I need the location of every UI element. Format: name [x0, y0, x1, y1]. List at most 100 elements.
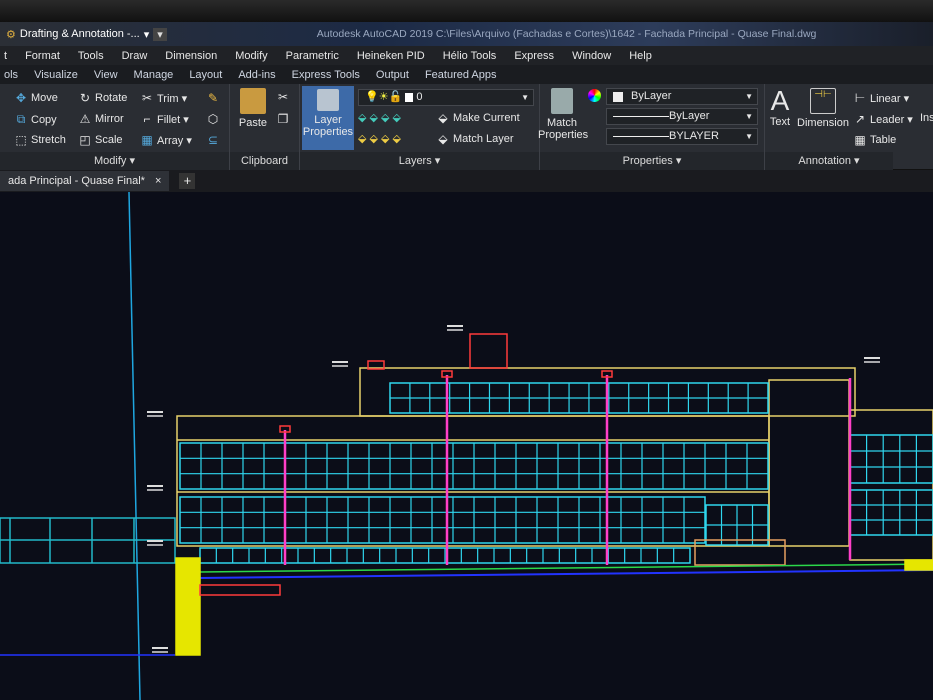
- fillet-button[interactable]: ⌐ Fillet ▾: [140, 112, 189, 126]
- lineweight-dropdown[interactable]: BYLAYER ▼: [606, 128, 758, 145]
- close-icon[interactable]: ×: [155, 175, 161, 187]
- cut-button[interactable]: ✂: [276, 90, 290, 104]
- menu-item[interactable]: Hélio Tools: [443, 50, 497, 62]
- properties-panel-label[interactable]: Properties ▾: [540, 152, 764, 170]
- scale-label: Scale: [95, 134, 123, 146]
- copy-button[interactable]: ⧉ Copy: [14, 112, 57, 127]
- clipboard-icon: [240, 88, 266, 114]
- new-tab-button[interactable]: +: [179, 173, 196, 189]
- color-dropdown[interactable]: ByLayer ▼: [606, 88, 758, 105]
- text-label: Text: [769, 116, 791, 128]
- copy-clip-button[interactable]: ❐: [276, 112, 290, 126]
- array-icon: ▦: [141, 133, 153, 147]
- rotate-button[interactable]: ↻ Rotate: [78, 91, 127, 105]
- drawing-canvas[interactable]: [0, 192, 933, 700]
- layers-panel: Layer Properties 💡☀🔓 0 ▼ ⬙ ⬙ ⬙ ⬙ ⬙ Make Cu…: [300, 84, 540, 170]
- linear-icon: ⊢: [854, 91, 866, 105]
- ribbon-tab[interactable]: Manage: [134, 69, 174, 81]
- array-label: Array ▾: [157, 134, 192, 147]
- mirror-label: Mirror: [95, 113, 124, 125]
- chevron-down-icon: ▼: [521, 93, 529, 102]
- annotation-panel: A Text ⊣⊢ Dimension ⊢ Linear ▾ ↗ Leader ▾ ▦ T…: [765, 84, 933, 170]
- layer-tools-row2[interactable]: ⬙ ⬙ ⬙ ⬙: [358, 132, 401, 145]
- leader-button[interactable]: ↗ Leader ▾: [853, 112, 913, 126]
- menu-item[interactable]: Modify: [235, 50, 267, 62]
- ribbon-tab[interactable]: Layout: [189, 69, 222, 81]
- stair-tower-outline: [768, 379, 850, 547]
- move-button[interactable]: ✥ Move: [14, 91, 58, 105]
- layers-panel-label[interactable]: Layers ▾: [300, 152, 539, 170]
- paste-button[interactable]: Paste: [236, 88, 270, 129]
- annotation-panel-label[interactable]: Annotation ▾: [765, 152, 893, 170]
- chevron-down-icon: ▾: [143, 28, 150, 41]
- layer-dropdown[interactable]: 💡☀🔓 0 ▼: [358, 89, 534, 106]
- menu-item[interactable]: Dimension: [165, 50, 217, 62]
- workspace-switcher[interactable]: ⚙ Drafting & Annotation -... ▾ ▾: [6, 27, 167, 41]
- quick-access-dropdown[interactable]: ▾: [153, 27, 167, 41]
- ribbon-tab[interactable]: ols: [4, 69, 18, 81]
- modify-panel-label[interactable]: Modify ▾: [0, 152, 229, 170]
- match-layer-button[interactable]: ⬙ Match Layer: [436, 132, 513, 146]
- layer-tool-icons: ⬙ ⬙ ⬙ ⬙: [358, 112, 402, 124]
- ribbon-tab[interactable]: Express Tools: [292, 69, 360, 81]
- menu-item[interactable]: Express: [514, 50, 554, 62]
- offset-button[interactable]: ⊆: [206, 133, 220, 147]
- copy-label: Copy: [31, 113, 57, 126]
- clipboard-panel-label: Clipboard: [230, 152, 299, 170]
- menu-item[interactable]: Window: [572, 50, 611, 62]
- dimension-label: Dimension: [797, 117, 849, 129]
- scale-button[interactable]: ◰ Scale: [78, 133, 123, 147]
- make-current-label: Make Current: [453, 112, 520, 124]
- line-sample: [613, 136, 669, 137]
- vertical-axis-line: [128, 192, 141, 700]
- ribbon-tab[interactable]: Output: [376, 69, 409, 81]
- move-icon: ✥: [15, 91, 27, 105]
- lineweight-value: BYLAYER: [669, 130, 719, 142]
- layer-properties-label: Layer Properties: [302, 114, 354, 138]
- fillet-label: Fillet ▾: [157, 113, 189, 126]
- clipboard-panel: Paste ✂ ❐ Clipboard: [230, 84, 300, 170]
- layer-properties-button[interactable]: Layer Properties: [302, 86, 354, 150]
- trim-button[interactable]: ✂ Trim ▾: [140, 91, 187, 105]
- color-value: ByLayer: [631, 90, 672, 102]
- chevron-down-icon: ▼: [745, 92, 753, 101]
- scale-icon: ◰: [79, 133, 91, 147]
- layer-tool-icons: ⬙ ⬙ ⬙ ⬙: [358, 133, 402, 145]
- text-icon: A: [770, 85, 790, 116]
- ribbon-tab[interactable]: Featured Apps: [425, 69, 497, 81]
- document-tab[interactable]: ada Principal - Quase Final* ×: [0, 171, 170, 191]
- array-button[interactable]: ▦ Array ▾: [140, 133, 192, 147]
- menu-item[interactable]: Help: [629, 50, 652, 62]
- table-button[interactable]: ▦ Table: [853, 133, 896, 147]
- dimension-button[interactable]: ⊣⊢ Dimension: [797, 88, 849, 129]
- match-properties-button[interactable]: Match Properties: [538, 88, 589, 141]
- mirror-button[interactable]: ⚠ Mirror: [78, 112, 124, 126]
- make-current-button[interactable]: ⬙ Make Current: [436, 111, 520, 125]
- match-properties-label: Match Properties: [538, 117, 589, 141]
- menu-item[interactable]: Tools: [78, 50, 104, 62]
- menu-item[interactable]: Format: [25, 50, 60, 62]
- linetype-value: ByLayer: [669, 110, 710, 122]
- menu-item[interactable]: Parametric: [286, 50, 339, 62]
- menu-item[interactable]: t: [4, 50, 7, 62]
- menu-item[interactable]: Draw: [122, 50, 148, 62]
- ribbon-tab[interactable]: View: [94, 69, 118, 81]
- color-swatch: [613, 91, 623, 102]
- layer-tools-row1[interactable]: ⬙ ⬙ ⬙ ⬙: [358, 111, 401, 124]
- explode-icon: ⬡: [207, 112, 219, 126]
- menu-item[interactable]: Heineken PID: [357, 50, 425, 62]
- insert-button[interactable]: Ins: [920, 112, 933, 124]
- current-layer: 0: [416, 91, 423, 103]
- window-grid-lower: [179, 496, 706, 544]
- linear-button[interactable]: ⊢ Linear ▾: [853, 91, 909, 105]
- monitor-bezel: [0, 0, 933, 22]
- retaining-wall: [175, 557, 201, 656]
- stretch-button[interactable]: ⬚ Stretch: [14, 133, 66, 147]
- linetype-dropdown[interactable]: ByLayer ▼: [606, 108, 758, 125]
- text-button[interactable]: A Text: [767, 85, 793, 129]
- ribbon-tabs: ols Visualize View Manage Layout Add-ins Expre…: [0, 65, 933, 84]
- ribbon-tab[interactable]: Visualize: [34, 69, 78, 81]
- erase-button[interactable]: ✎: [206, 91, 220, 105]
- ribbon-tab[interactable]: Add-ins: [238, 69, 275, 81]
- explode-button[interactable]: ⬡: [206, 112, 220, 126]
